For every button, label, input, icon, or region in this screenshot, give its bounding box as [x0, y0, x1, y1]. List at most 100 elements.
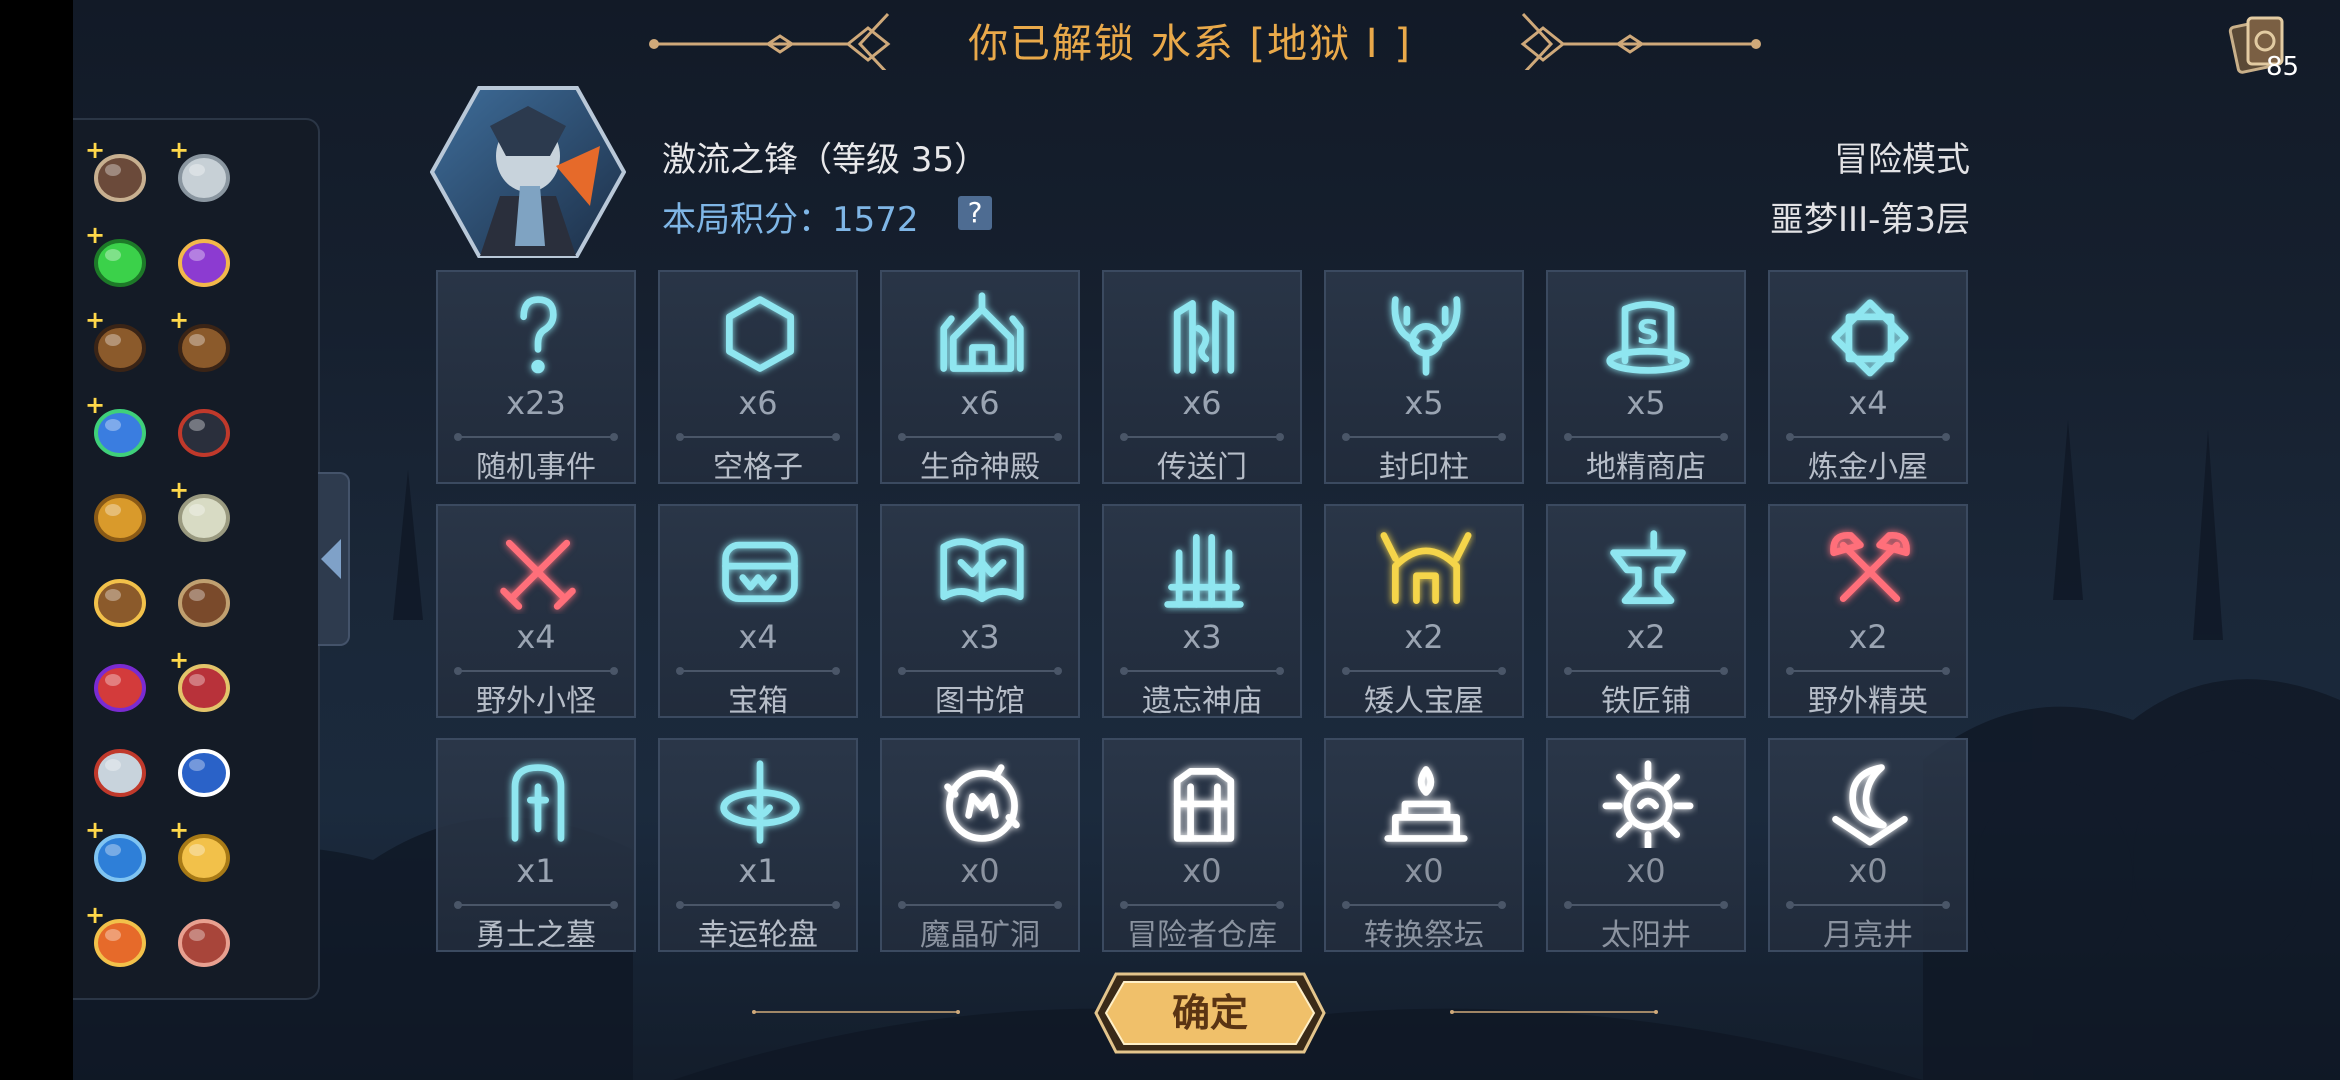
- room-name: 月亮井: [1823, 918, 1913, 953]
- hero-name: 激流之锋（等级 35）: [662, 140, 989, 180]
- room-tile[interactable]: x0 冒险者仓库: [1102, 738, 1302, 953]
- magic-hat-item[interactable]: [167, 393, 237, 463]
- gold-bars-item[interactable]: +: [167, 818, 237, 888]
- room-tile[interactable]: x2 铁匠铺: [1546, 504, 1746, 719]
- green-potion-item[interactable]: +: [83, 223, 153, 293]
- hero-portrait[interactable]: [430, 86, 626, 258]
- upgrade-plus-icon: +: [169, 136, 190, 164]
- score-value: 1572: [832, 200, 919, 240]
- purple-orb-item[interactable]: [167, 223, 237, 293]
- room-name: 传送门: [1157, 450, 1247, 485]
- room-tile[interactable]: x2 矮人宝屋: [1324, 504, 1524, 719]
- altar-icon: [1384, 766, 1468, 842]
- room-tile[interactable]: x4 炼金小屋: [1768, 270, 1968, 485]
- tile-divider: [898, 433, 1062, 441]
- tile-divider: [454, 667, 618, 675]
- room-tile[interactable]: x1 幸运轮盘: [658, 738, 858, 953]
- fire-shell-item[interactable]: +: [83, 903, 153, 973]
- confirm-button[interactable]: 确定: [1094, 972, 1326, 1054]
- score-label: 本局积分：: [662, 200, 832, 240]
- tile-divider: [1342, 433, 1506, 441]
- room-count: x6: [960, 384, 1000, 422]
- mystery-card-item[interactable]: [167, 733, 237, 803]
- room-tile[interactable]: x2 野外精英: [1768, 504, 1968, 719]
- room-name: 幸运轮盘: [698, 918, 818, 953]
- room-tile[interactable]: x6 传送门: [1102, 270, 1302, 485]
- goblin-shop-icon: S: [1606, 301, 1690, 374]
- room-tile[interactable]: x4 宝箱: [658, 504, 858, 719]
- magic-hat-item-icon: [178, 409, 230, 457]
- room-tile[interactable]: x3 遗忘神庙: [1102, 504, 1302, 719]
- room-grid: x23 随机事件 x6 空格子 x6 生命神殿 x6 传送门 x5 封印柱 S …: [436, 270, 1972, 954]
- upgrade-plus-icon: +: [85, 306, 106, 334]
- amulet-item[interactable]: [83, 733, 153, 803]
- berries-item-icon: [94, 664, 146, 712]
- room-count: x0: [1626, 852, 1666, 890]
- tile-divider: [1342, 667, 1506, 675]
- scroll-card-item[interactable]: +: [167, 138, 237, 208]
- room-tile[interactable]: x3 图书馆: [880, 504, 1080, 719]
- room-tile[interactable]: x23 随机事件: [436, 270, 636, 485]
- room-tile[interactable]: x0 太阳井: [1546, 738, 1746, 953]
- tile-divider: [898, 667, 1062, 675]
- crossed-swords-icon: [500, 539, 576, 610]
- room-tile[interactable]: x4 野外小怪: [436, 504, 636, 719]
- money-bag-item[interactable]: [83, 563, 153, 633]
- room-tile[interactable]: x5 封印柱: [1324, 270, 1524, 485]
- panel-collapse-button[interactable]: [318, 472, 350, 646]
- tile-divider: [1342, 901, 1506, 909]
- tile-divider: [1786, 667, 1950, 675]
- forgotten-temple-icon: [1164, 534, 1244, 608]
- map-item-2[interactable]: +: [167, 308, 237, 378]
- amulet-item-icon: [94, 749, 146, 797]
- upgrade-plus-icon: +: [85, 391, 106, 419]
- room-count: x5: [1404, 384, 1444, 422]
- chevron-left-icon: [321, 539, 341, 579]
- blue-ore-item[interactable]: +: [83, 818, 153, 888]
- belt-item[interactable]: [167, 563, 237, 633]
- room-name: 随机事件: [476, 450, 596, 485]
- meat-item[interactable]: [167, 903, 237, 973]
- room-tile[interactable]: x1 勇士之墓: [436, 738, 636, 953]
- chest-icon: [722, 541, 798, 603]
- room-count: x3: [960, 618, 1000, 656]
- upgrade-plus-icon: +: [169, 476, 190, 504]
- room-tile[interactable]: x0 转换祭坛: [1324, 738, 1524, 953]
- room-tile[interactable]: x6 空格子: [658, 270, 858, 485]
- parchment-item[interactable]: +: [167, 478, 237, 548]
- room-count: x0: [1404, 852, 1444, 890]
- room-name: 图书馆: [935, 684, 1025, 719]
- room-name: 转换祭坛: [1364, 918, 1484, 953]
- purple-orb-item-icon: [178, 239, 230, 287]
- game-mode: 冒险模式: [1834, 140, 1970, 180]
- room-count: x2: [1404, 618, 1444, 656]
- portal-icon: [1173, 300, 1235, 374]
- room-tile[interactable]: x0 魔晶矿洞: [880, 738, 1080, 953]
- room-name: 野外小怪: [476, 684, 596, 719]
- tile-divider: [454, 433, 618, 441]
- score-help-button[interactable]: ?: [958, 196, 992, 230]
- moon-well-icon: [1832, 764, 1908, 846]
- room-tile[interactable]: x6 生命神殿: [880, 270, 1080, 485]
- room-count: x1: [738, 852, 778, 890]
- gloves-item[interactable]: [83, 478, 153, 548]
- room-count: x2: [1848, 618, 1888, 656]
- room-name: 空格子: [713, 450, 803, 485]
- room-count: x2: [1626, 618, 1666, 656]
- room-count: x5: [1626, 384, 1666, 422]
- horn-item[interactable]: +: [83, 138, 153, 208]
- unlock-title: 你已解锁 水系 [地狱 I ]: [968, 21, 1412, 67]
- room-name: 冒险者仓库: [1127, 918, 1277, 953]
- meat-item-icon: [178, 919, 230, 967]
- room-name: 野外精英: [1808, 684, 1928, 719]
- book-icon: [940, 538, 1024, 603]
- room-tile[interactable]: x0 月亮井: [1768, 738, 1968, 953]
- room-tile[interactable]: S x5 地精商店: [1546, 270, 1746, 485]
- score-line: 本局积分：1572: [662, 192, 919, 241]
- red-book-item[interactable]: +: [167, 648, 237, 718]
- title-deco-left: [649, 12, 891, 70]
- map-item-1[interactable]: +: [83, 308, 153, 378]
- svg-text:S: S: [1636, 314, 1659, 352]
- berries-item[interactable]: [83, 648, 153, 718]
- blue-egg-item[interactable]: +: [83, 393, 153, 463]
